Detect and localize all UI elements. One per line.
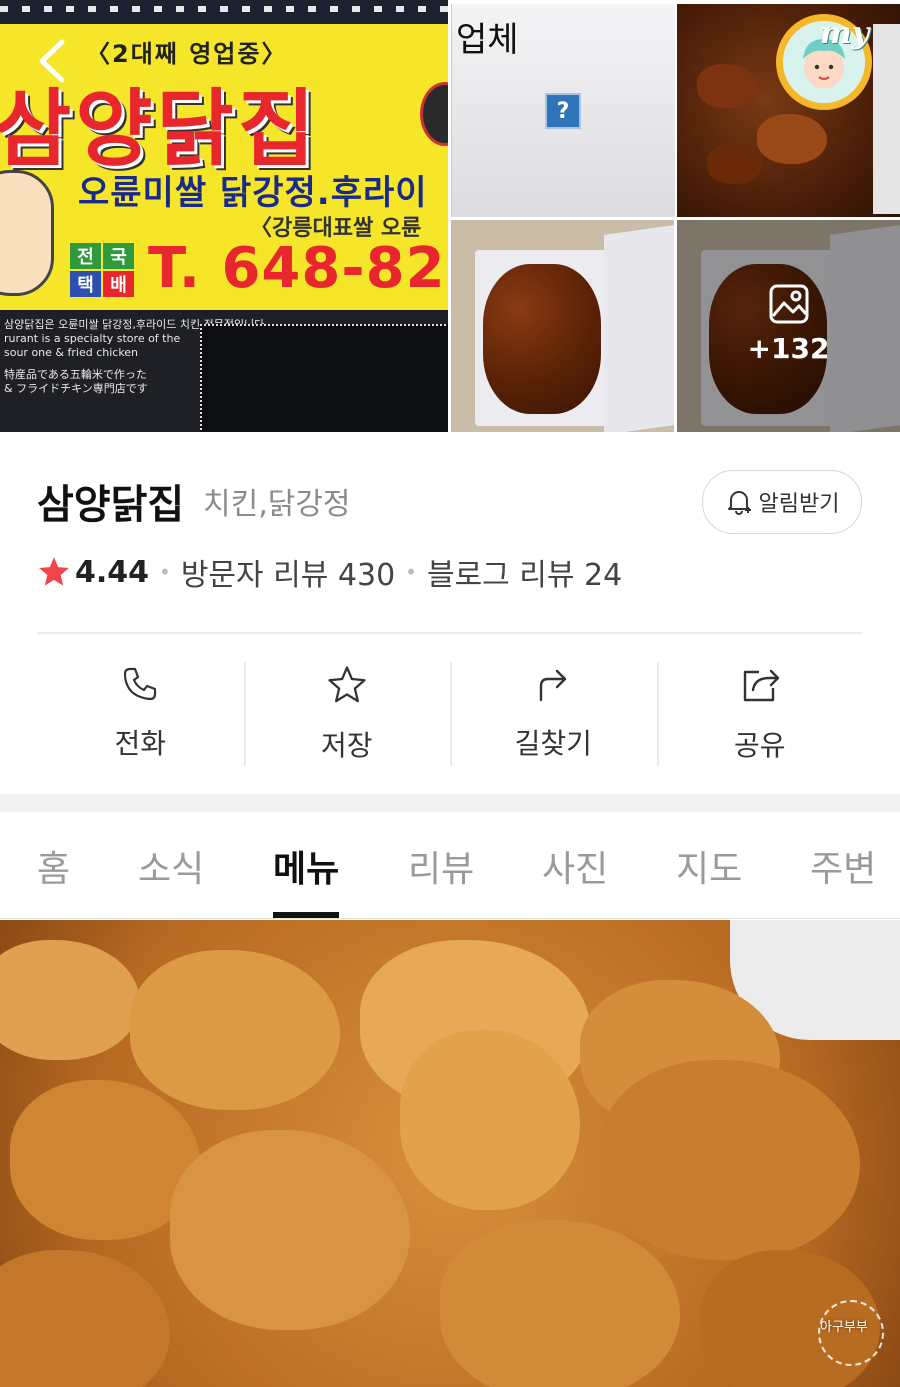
action-label: 전화 (114, 727, 167, 760)
more-overlay (677, 220, 900, 432)
call-button[interactable]: 전화 (37, 660, 244, 768)
tab-reviews[interactable]: 리뷰 (408, 840, 474, 892)
more-photos-count: +132 (747, 332, 830, 365)
sign-small-text: & フライドチキン専門店です (4, 382, 148, 395)
bell-plus-icon (727, 491, 751, 515)
tab-menu[interactable]: 메뉴 (273, 840, 339, 892)
sign-mascot (0, 170, 54, 296)
sign-small-text: rurant is a specialty store of the (4, 332, 181, 345)
star-icon (328, 666, 366, 703)
directions-button[interactable]: 길찾기 (450, 660, 657, 768)
separator-dot: • (159, 560, 171, 584)
directions-icon (540, 669, 567, 702)
action-bar: 전화 저장 길찾기 공유 (37, 660, 863, 768)
food-detail (0, 940, 140, 1060)
rating-score: 4.44 (75, 554, 150, 590)
chevron-left-icon (39, 39, 65, 83)
watermark-text: 아구부부 (820, 1320, 868, 1335)
share-button[interactable]: 공유 (656, 660, 864, 768)
tab-news[interactable]: 소식 (138, 840, 204, 892)
notification-button[interactable]: 알림받기 (702, 470, 862, 534)
tab-photos[interactable]: 사진 (542, 840, 608, 892)
food-detail (130, 950, 340, 1110)
separator-dot: • (405, 560, 417, 584)
badge-char: 택 (70, 271, 101, 297)
gallery-photo-storefront[interactable]: 〈2대째 영업중〉 삼양닭집 오륜미쌀 닭강정.후라이 〈강릉대표쌀 오륜 전 … (0, 0, 448, 432)
save-button[interactable]: 저장 (243, 660, 451, 768)
food-detail (0, 1250, 170, 1387)
star-rating-icon (39, 557, 69, 586)
notification-label: 알림받기 (758, 492, 840, 517)
sign-small-text: sour one & fried chicken (4, 346, 139, 359)
tab-map[interactable]: 지도 (676, 840, 742, 892)
food-detail (170, 1130, 410, 1330)
rating-row: 4.44 • 방문자 리뷰 430 • 블로그 리뷰 24 (37, 550, 622, 594)
action-label: 길찾기 (514, 727, 592, 760)
tab-home[interactable]: 홈 (37, 840, 70, 892)
photo-gallery: 〈2대째 영업중〉 삼양닭집 오륜미쌀 닭강정.후라이 〈강릉대표쌀 오륜 전 … (0, 0, 900, 432)
food-detail (757, 114, 827, 164)
box-edge (873, 24, 900, 214)
blog-reviews-link[interactable]: 블로그 리뷰 24 (427, 550, 622, 594)
sign-emblem (420, 82, 448, 146)
back-button[interactable] (32, 36, 82, 86)
my-badge-label: my (820, 16, 870, 51)
food-detail (483, 264, 601, 414)
sign-nationwide-badge: 전 국 택 배 (70, 243, 134, 297)
place-name: 삼양닭집 (37, 482, 185, 528)
tab-nearby[interactable]: 주변 (810, 840, 876, 892)
sign-phone: T. 648-825 (148, 236, 448, 301)
section-divider (37, 632, 863, 634)
phone-icon (124, 667, 157, 701)
gallery-photo-box[interactable] (451, 220, 674, 432)
food-detail (697, 64, 757, 108)
food-detail (440, 1220, 680, 1387)
tab-bar: 홈 소식 메뉴 리뷰 사진 지도 주변 (0, 812, 900, 919)
menu-hero-photo[interactable] (0, 920, 900, 1387)
visitor-reviews-link[interactable]: 방문자 리뷰 430 (181, 550, 395, 594)
badge-char: 배 (103, 271, 134, 297)
action-label: 공유 (733, 729, 786, 762)
share-icon (743, 669, 779, 702)
active-tab-indicator (273, 912, 339, 918)
sign-top-bar (0, 0, 448, 24)
action-label: 저장 (320, 729, 373, 762)
vendor-label: 업체 (456, 20, 519, 60)
box-lid (604, 225, 674, 432)
broken-image-icon: ? (545, 93, 581, 129)
place-category: 치킨,닭강정 (203, 487, 351, 522)
food-detail (600, 1060, 860, 1260)
sign-lights (0, 6, 448, 12)
image-icon (769, 284, 809, 324)
gallery-photo-placeholder[interactable]: 업체 ? (451, 4, 675, 217)
gallery-photo-more[interactable]: +132 (677, 220, 900, 432)
food-detail (707, 144, 762, 184)
badge-char: 전 (70, 243, 101, 269)
badge-char: 국 (103, 243, 134, 269)
sign-menu-text: 오륜미쌀 닭강정.후라이 (78, 173, 428, 213)
section-gap (0, 794, 900, 812)
sign-lower-panel: 삼양닭집은 오륜미쌀 닭강정,후라이드 치킨 전문점입니다 rurant is … (0, 310, 448, 432)
sign-window (200, 324, 448, 432)
